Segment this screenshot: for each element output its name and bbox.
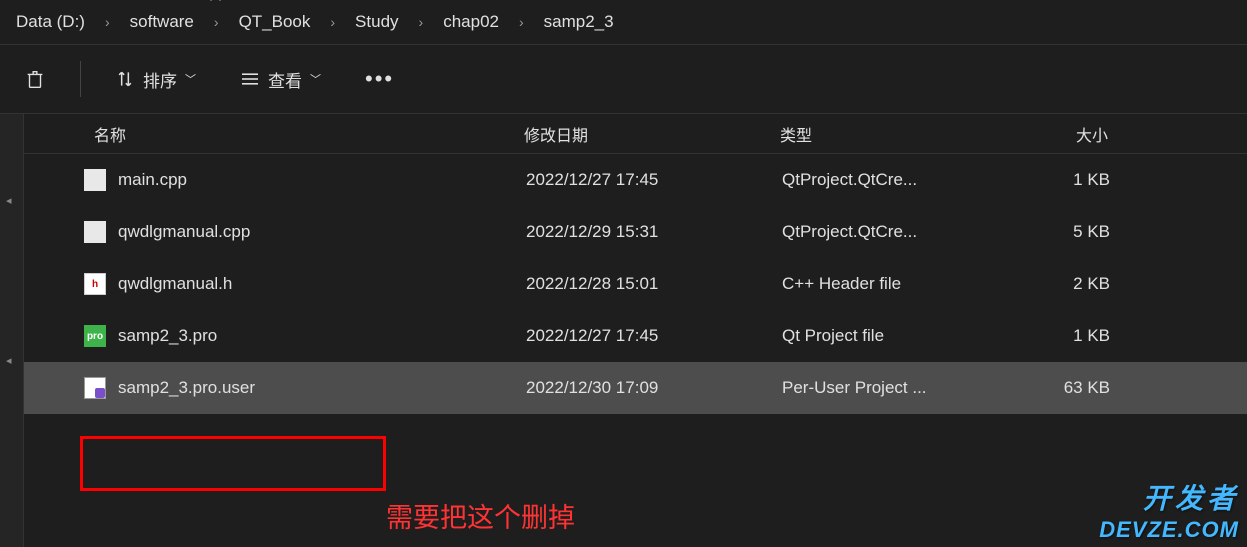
file-row[interactable]: main.cpp2022/12/27 17:45QtProject.QtCre.… — [24, 154, 1247, 206]
breadcrumb: Data (D:) › software › QT_Book › Study ›… — [0, 0, 1247, 44]
delete-button[interactable] — [14, 62, 56, 96]
chevron-right-icon: › — [419, 14, 424, 30]
file-size: 5 KB — [990, 222, 1130, 242]
file-area: ◂ ◂ ︿ 名称 修改日期 类型 大小 main.cpp2022/12/27 1… — [0, 114, 1247, 547]
chevron-right-icon: › — [519, 14, 524, 30]
sort-indicator-icon: ︿ — [210, 0, 221, 4]
file-row[interactable]: pro samp2_3.pro2022/12/27 17:45Qt Project… — [24, 310, 1247, 362]
more-icon: ••• — [365, 66, 394, 92]
file-name: qwdlgmanual.h — [118, 274, 526, 294]
file-date: 2022/12/27 17:45 — [526, 170, 782, 190]
file-name: main.cpp — [118, 170, 526, 190]
column-type[interactable]: 类型 — [780, 122, 988, 146]
file-type: Per-User Project ... — [782, 378, 990, 398]
column-size[interactable]: 大小 — [988, 122, 1128, 146]
file-row[interactable]: samp2_3.pro.user2022/12/30 17:09Per-User… — [24, 362, 1247, 414]
column-header: ︿ 名称 修改日期 类型 大小 — [24, 114, 1247, 154]
file-type: QtProject.QtCre... — [782, 222, 990, 242]
view-button[interactable]: 查看 ﹀ — [230, 61, 331, 98]
chevron-down-icon: ﹀ — [310, 71, 321, 87]
breadcrumb-item-2[interactable]: QT_Book — [235, 10, 315, 34]
toolbar: 排序 ﹀ 查看 ﹀ ••• — [0, 44, 1247, 114]
sidebar-arrow-1: ◂ — [6, 194, 12, 207]
chevron-down-icon: ﹀ — [185, 71, 196, 87]
breadcrumb-item-3[interactable]: Study — [351, 10, 402, 34]
file-date: 2022/12/28 15:01 — [526, 274, 782, 294]
chevron-right-icon: › — [330, 14, 335, 30]
file-type: C++ Header file — [782, 274, 990, 294]
file-type: QtProject.QtCre... — [782, 170, 990, 190]
sort-label: 排序 — [143, 67, 177, 92]
file-list: ︿ 名称 修改日期 类型 大小 main.cpp2022/12/27 17:45… — [24, 114, 1247, 547]
file-name: samp2_3.pro — [118, 326, 526, 346]
file-row[interactable]: h qwdlgmanual.h2022/12/28 15:01C++ Header… — [24, 258, 1247, 310]
file-size: 1 KB — [990, 170, 1130, 190]
sort-button[interactable]: 排序 ﹀ — [105, 61, 206, 98]
file-name: samp2_3.pro.user — [118, 378, 526, 398]
view-label: 查看 — [268, 67, 302, 92]
breadcrumb-item-5[interactable]: samp2_3 — [540, 10, 618, 34]
file-row[interactable]: qwdlgmanual.cpp2022/12/29 15:31QtProject… — [24, 206, 1247, 258]
file-icon — [84, 221, 106, 243]
more-button[interactable]: ••• — [355, 60, 404, 98]
file-size: 63 KB — [990, 378, 1130, 398]
chevron-right-icon: › — [105, 14, 110, 30]
file-date: 2022/12/29 15:31 — [526, 222, 782, 242]
file-date: 2022/12/30 17:09 — [526, 378, 782, 398]
breadcrumb-item-0[interactable]: Data (D:) — [12, 10, 89, 34]
file-size: 2 KB — [990, 274, 1130, 294]
file-date: 2022/12/27 17:45 — [526, 326, 782, 346]
file-icon: pro — [84, 325, 106, 347]
file-type: Qt Project file — [782, 326, 990, 346]
file-name: qwdlgmanual.cpp — [118, 222, 526, 242]
breadcrumb-item-4[interactable]: chap02 — [439, 10, 503, 34]
column-date[interactable]: 修改日期 — [524, 122, 780, 146]
trash-icon — [24, 68, 46, 90]
file-icon — [84, 169, 106, 191]
column-name[interactable]: 名称 — [94, 122, 524, 146]
file-size: 1 KB — [990, 326, 1130, 346]
divider — [80, 61, 81, 97]
file-icon — [84, 377, 106, 399]
left-sidebar: ◂ ◂ — [0, 114, 24, 547]
view-icon — [240, 71, 260, 87]
sort-icon — [115, 69, 135, 89]
chevron-right-icon: › — [214, 14, 219, 30]
file-icon: h — [84, 273, 106, 295]
sidebar-arrow-2: ◂ — [6, 354, 12, 367]
breadcrumb-item-1[interactable]: software — [126, 10, 198, 34]
